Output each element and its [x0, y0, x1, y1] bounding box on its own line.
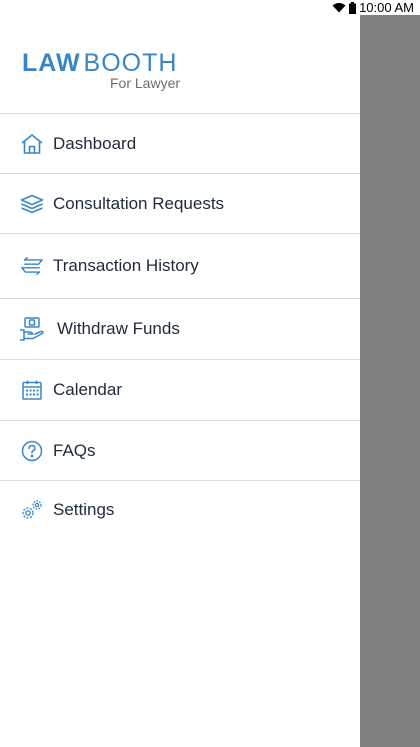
transfer-arrows-icon — [19, 253, 45, 279]
menu-label-calendar: Calendar — [53, 380, 122, 399]
drawer-menu: Dashboard Consultation Requests Transact… — [0, 114, 360, 538]
question-circle-icon — [19, 438, 45, 464]
menu-item-transaction-history[interactable]: Transaction History — [0, 234, 360, 299]
menu-item-faqs[interactable]: FAQs — [0, 421, 360, 481]
menu-item-calendar[interactable]: Calendar — [0, 360, 360, 421]
status-time: 10:00 AM — [359, 0, 414, 15]
menu-label-withdraw-funds: Withdraw Funds — [57, 319, 180, 338]
menu-item-withdraw-funds[interactable]: Withdraw Funds — [0, 299, 360, 360]
home-icon — [19, 131, 45, 157]
logo-text-booth: BOOTH — [83, 49, 178, 77]
drawer-header: LAW BOOTH For Lawyer — [0, 15, 360, 114]
menu-item-consultation-requests[interactable]: Consultation Requests — [0, 174, 360, 234]
battery-icon — [349, 1, 357, 14]
drawer-scrim[interactable] — [360, 15, 420, 747]
gears-icon — [19, 497, 45, 523]
menu-item-dashboard[interactable]: Dashboard — [0, 114, 360, 174]
navigation-drawer: LAW BOOTH For Lawyer Dashboard Consultat… — [0, 15, 360, 747]
menu-label-transaction-history: Transaction History — [53, 256, 199, 275]
menu-label-settings: Settings — [53, 499, 115, 519]
menu-label-faqs: FAQs — [53, 440, 96, 460]
logo-text-law: LAW — [22, 49, 81, 77]
menu-item-settings[interactable]: Settings — [0, 481, 360, 538]
layers-icon — [19, 191, 45, 217]
app-logo: LAW BOOTH — [22, 49, 177, 78]
wifi-icon — [332, 2, 346, 13]
hand-money-icon — [19, 316, 45, 342]
app-screen: 10:00 AM LAWBOOTH For Lawyer Dashboard — [0, 0, 420, 747]
status-bar: 10:00 AM — [0, 0, 420, 15]
calendar-icon — [19, 377, 45, 403]
logo-subtitle: For Lawyer — [110, 75, 181, 91]
status-icons: 10:00 AM — [332, 0, 414, 15]
menu-label-dashboard: Dashboard — [53, 133, 137, 153]
menu-label-consultation-requests: Consultation Requests — [53, 193, 225, 213]
